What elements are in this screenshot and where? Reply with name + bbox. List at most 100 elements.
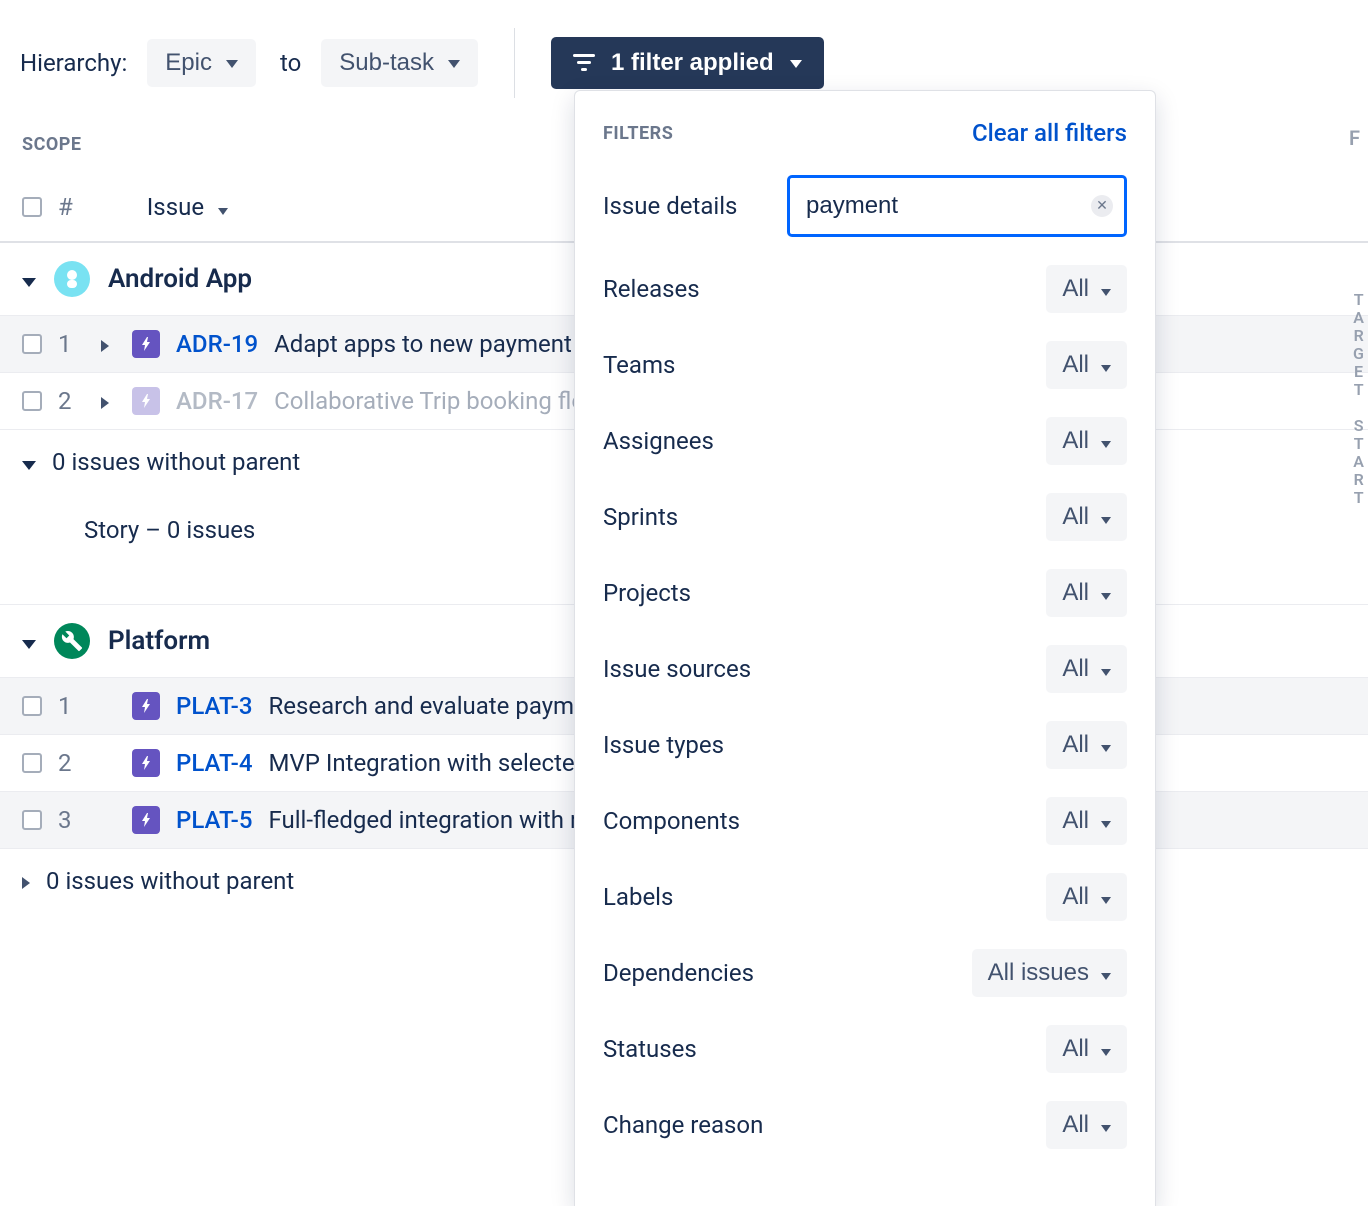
expand-row-icon[interactable] (94, 330, 116, 358)
issues-without-parent-label: 0 issues without parent (52, 448, 300, 476)
filter-value: All (1062, 275, 1089, 303)
filter-row: AssigneesAll (603, 417, 1127, 465)
issues-without-parent-label: 0 issues without parent (46, 867, 294, 895)
row-number: 2 (58, 749, 78, 777)
filter-row: Labels All (603, 873, 1127, 921)
filter-value: All (1062, 1035, 1089, 1063)
group-name: Platform (108, 626, 210, 656)
filter-value-select[interactable]: All (1046, 1025, 1127, 1073)
issue-summary: MVP Integration with selected (268, 749, 588, 777)
filter-label: Statuses (603, 1035, 697, 1063)
chevron-down-icon (226, 49, 238, 77)
filter-value: All (1062, 1111, 1089, 1139)
filter-label: Change reason (603, 1111, 763, 1139)
truncated-column-headers: F TARGET START (1349, 126, 1368, 506)
filter-row: ComponentsAll (603, 797, 1127, 845)
issue-key-link[interactable]: ADR-17 (176, 387, 258, 415)
filter-value: All (1062, 351, 1089, 379)
filter-value-select[interactable]: All (1046, 569, 1127, 617)
chevron-down-icon (448, 49, 460, 77)
issue-key-link[interactable]: PLAT-5 (176, 806, 252, 834)
issue-key-link[interactable]: PLAT-3 (176, 692, 252, 720)
filter-value-select[interactable]: All (1046, 797, 1127, 845)
chevron-down-icon (22, 626, 36, 656)
epic-icon (132, 387, 160, 415)
filter-label: Sprints (603, 503, 678, 531)
filter-row: ReleasesAll (603, 265, 1127, 313)
chevron-down-icon (1101, 959, 1111, 987)
filter-label: Issue types (603, 731, 724, 759)
filter-label: Labels (603, 883, 673, 911)
epic-icon (132, 330, 160, 358)
chevron-down-icon (1101, 579, 1111, 607)
filter-row: Statuses All (603, 1025, 1127, 1073)
filter-label: Teams (603, 351, 675, 379)
chevron-down-icon (1101, 1035, 1111, 1063)
filter-value-select[interactable]: All (1046, 721, 1127, 769)
filter-value: All (1062, 579, 1089, 607)
row-checkbox[interactable] (22, 696, 42, 716)
filter-row: Teams All (603, 341, 1127, 389)
issue-key-link[interactable]: ADR-19 (176, 330, 258, 358)
chevron-down-icon (22, 264, 36, 294)
epic-icon (132, 692, 160, 720)
filter-value: All (1062, 655, 1089, 683)
filter-value-select[interactable]: All issues (972, 949, 1127, 997)
chevron-down-icon (1101, 351, 1111, 379)
filter-value-select[interactable]: All (1046, 265, 1127, 313)
filters-panel-title: FILTERS (603, 123, 673, 144)
filters-applied-button[interactable]: 1 filter applied (551, 37, 824, 89)
filter-row: Issue types All (603, 721, 1127, 769)
chevron-right-icon (22, 867, 30, 895)
row-number: 1 (58, 330, 78, 358)
target-start-label: TARGET START (1349, 290, 1368, 506)
filter-value-select[interactable]: All (1046, 493, 1127, 541)
filter-value-select[interactable]: All (1046, 341, 1127, 389)
filter-value-select[interactable]: All (1046, 873, 1127, 921)
epic-icon (132, 749, 160, 777)
row-checkbox[interactable] (22, 391, 42, 411)
epic-icon (132, 806, 160, 834)
hierarchy-from-select[interactable]: Epic (147, 39, 256, 87)
filter-value-select[interactable]: All (1046, 645, 1127, 693)
issue-summary: Full-fledged integration with r (268, 806, 578, 834)
filter-value: All (1062, 503, 1089, 531)
filter-row: DependenciesAll issues (603, 949, 1127, 997)
hierarchy-label: Hierarchy: (20, 49, 127, 77)
hierarchy-to-label: to (280, 49, 301, 77)
filter-value-select[interactable]: All (1046, 417, 1127, 465)
filter-value-select[interactable]: All (1046, 1101, 1127, 1149)
row-checkbox[interactable] (22, 753, 42, 773)
issue-key-link[interactable]: PLAT-4 (176, 749, 252, 777)
clear-input-icon[interactable]: ✕ (1091, 195, 1113, 217)
hierarchy-to-select[interactable]: Sub-task (321, 39, 478, 87)
issue-details-search-input[interactable] (787, 175, 1127, 237)
filter-value: All issues (988, 959, 1089, 987)
clear-all-filters-link[interactable]: Clear all filters (972, 119, 1127, 147)
chevron-down-icon (22, 448, 36, 476)
filter-value: All (1062, 731, 1089, 759)
filter-value: All (1062, 427, 1089, 455)
filter-label: Issue sources (603, 655, 751, 683)
row-checkbox[interactable] (22, 810, 42, 830)
row-number: 2 (58, 387, 78, 415)
chevron-down-icon (1101, 655, 1111, 683)
filter-label: Projects (603, 579, 691, 607)
issue-summary: Research and evaluate payme (268, 692, 586, 720)
issue-column-label: Issue (147, 193, 204, 221)
hierarchy-to-value: Sub-task (339, 49, 434, 77)
column-hash: # (58, 193, 73, 221)
select-all-checkbox[interactable] (22, 197, 42, 217)
chevron-down-icon (1101, 883, 1111, 911)
filters-applied-label: 1 filter applied (611, 49, 774, 77)
chevron-down-icon (1101, 275, 1111, 303)
row-checkbox[interactable] (22, 334, 42, 354)
vertical-divider (514, 28, 515, 98)
chevron-down-icon (1101, 427, 1111, 455)
filter-value: All (1062, 883, 1089, 911)
expand-row-icon[interactable] (94, 387, 116, 415)
group-name: Android App (108, 264, 252, 294)
filters-panel: FILTERS Clear all filters Issue details … (574, 90, 1156, 1206)
filter-icon (573, 54, 595, 72)
issue-column-header[interactable]: Issue (147, 193, 228, 221)
